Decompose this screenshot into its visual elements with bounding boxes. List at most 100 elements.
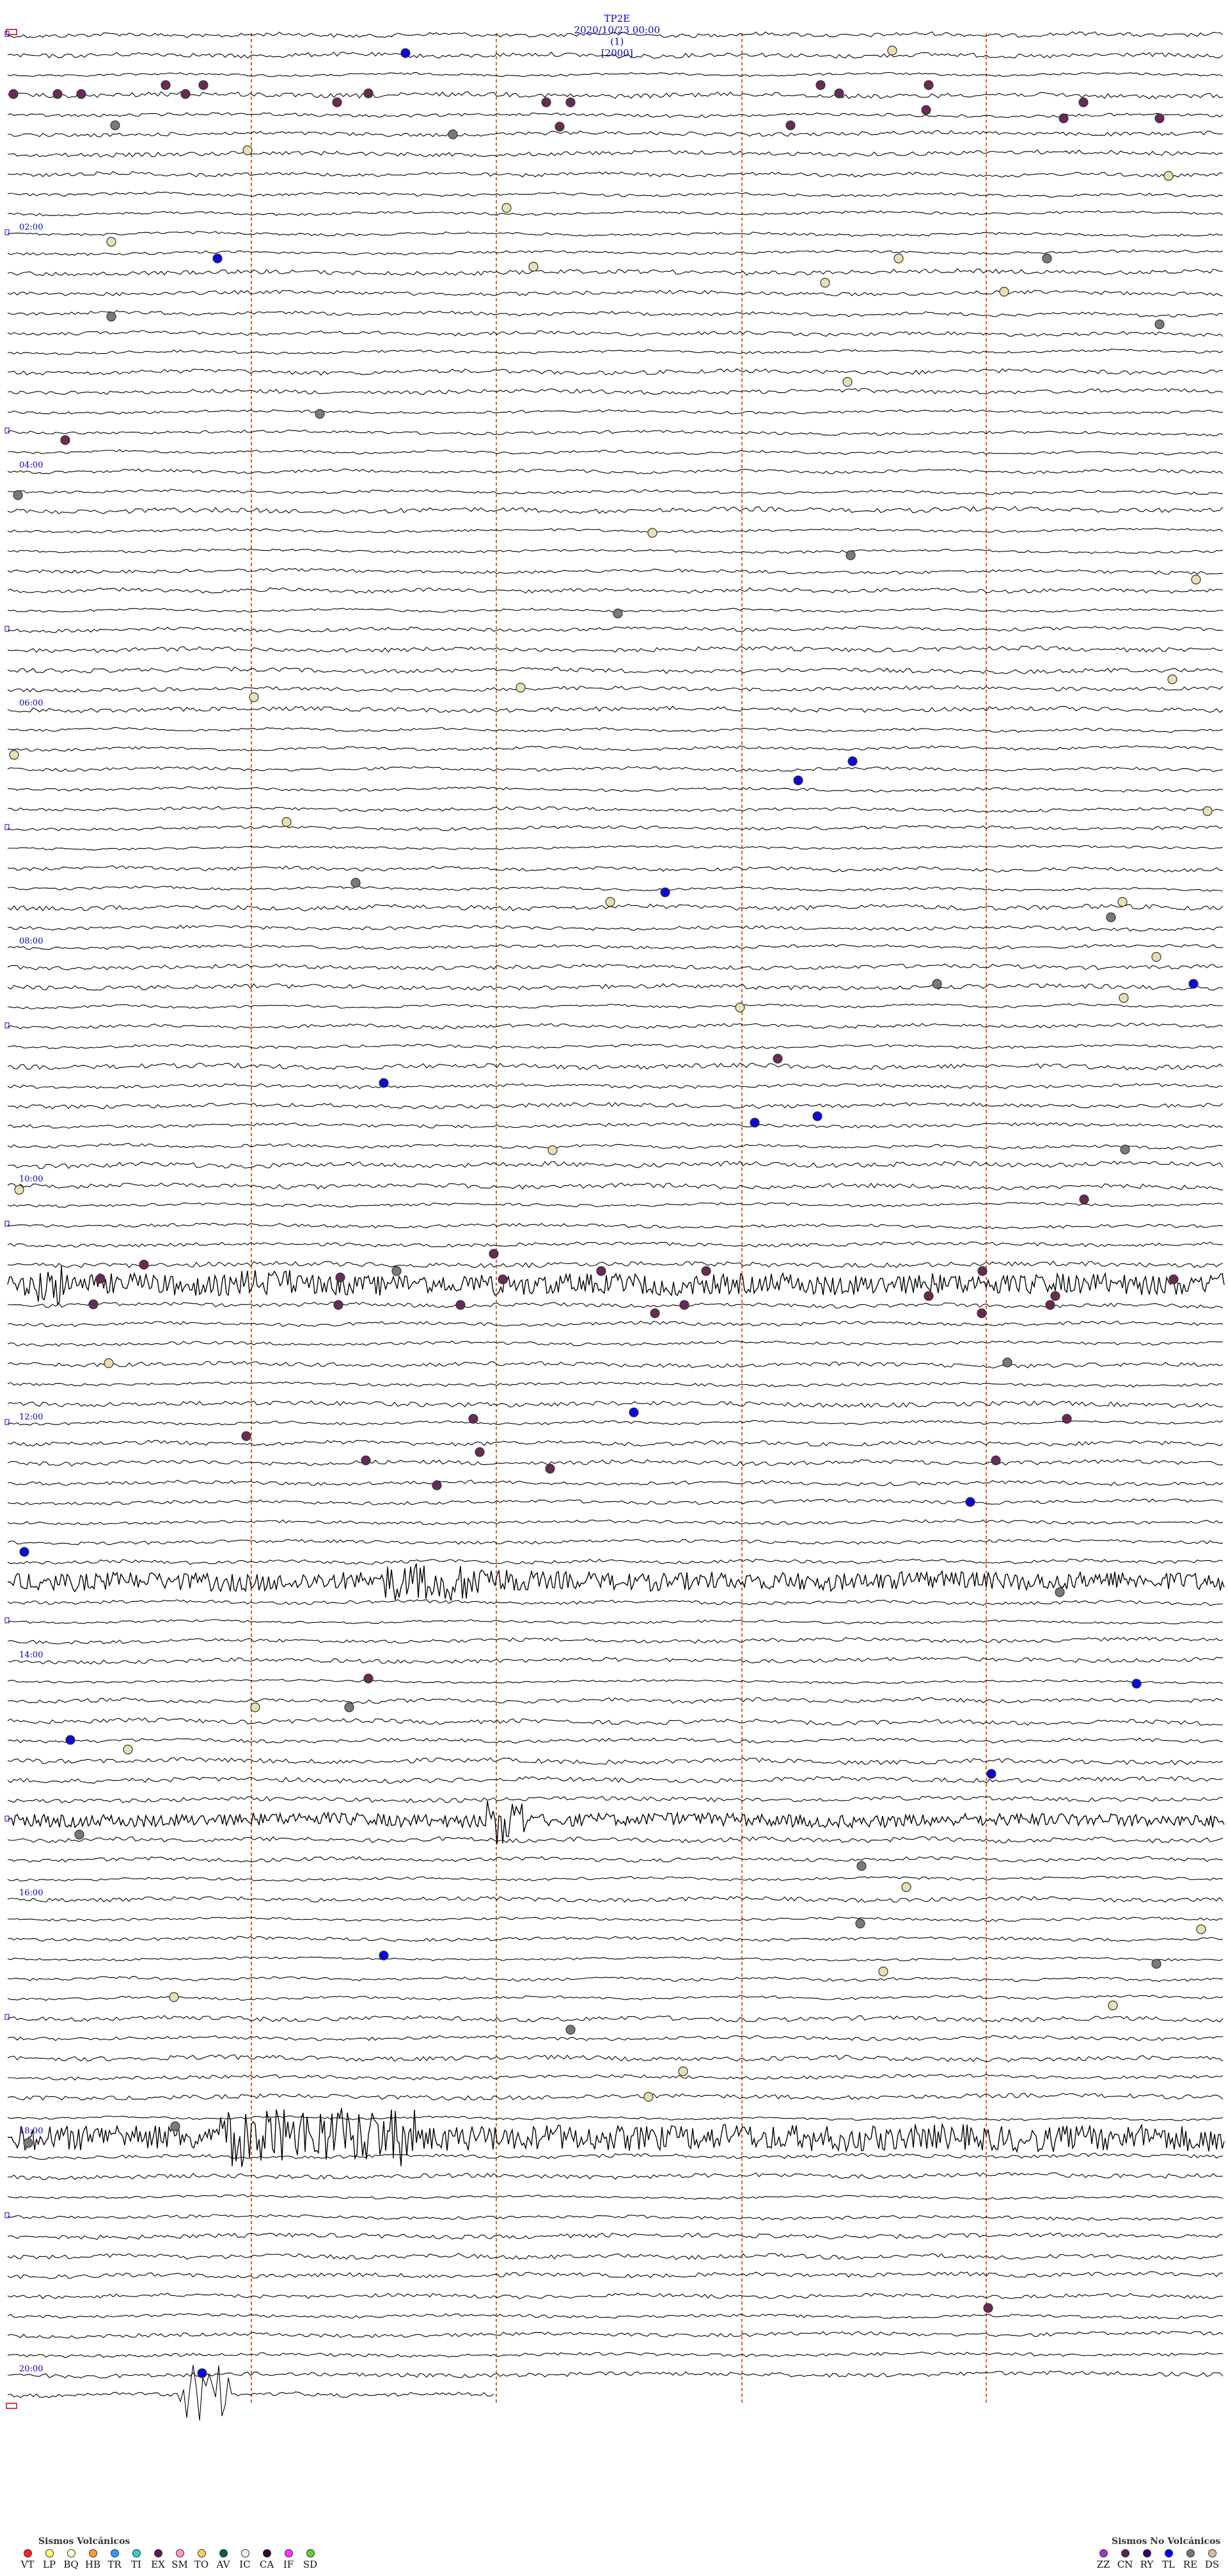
legend-item-ca: CA (256, 2549, 278, 2570)
seismic-trace (7, 249, 1224, 256)
event-marker (1154, 319, 1165, 329)
legend-item-ic: IC (234, 2549, 256, 2570)
legend-item-tl: TL (1158, 2549, 1179, 2570)
event-marker (820, 278, 830, 288)
legend-swatch (306, 2549, 315, 2557)
event-marker (106, 237, 116, 247)
legend-code: IF (283, 2559, 294, 2570)
event-marker (878, 1966, 888, 1977)
seismic-trace (7, 666, 1224, 674)
legend-code: CN (1117, 2559, 1133, 2570)
event-marker (379, 1950, 389, 1961)
legend-code: IC (239, 2559, 251, 2570)
event-marker (977, 1266, 988, 1276)
seismic-trace (7, 745, 1224, 752)
seismic-trace (7, 1876, 1224, 1882)
seismic-trace (7, 388, 1224, 395)
seismic-trace (7, 2293, 1224, 2300)
seismic-trace (7, 1717, 1224, 1726)
event-marker (14, 1185, 24, 1195)
legend-item-cn: CN (1114, 2549, 1136, 2570)
seismic-trace (7, 1995, 1224, 2001)
event-marker (1202, 806, 1213, 816)
legend-code: SD (303, 2559, 318, 2570)
legend-swatch (219, 2549, 228, 2557)
end-mark (6, 2403, 17, 2409)
seismic-trace (7, 149, 1224, 158)
event-marker (565, 2025, 576, 2035)
legend-item-sd: SD (299, 2549, 321, 2570)
event-marker (501, 203, 512, 213)
event-marker (555, 122, 565, 132)
event-marker (169, 1992, 179, 2002)
seismic-trace (7, 349, 1224, 355)
seismic-trace (7, 1519, 1224, 1526)
seismic-trace (7, 1182, 1224, 1190)
event-marker (475, 1447, 485, 1457)
seismic-trace (7, 2232, 1224, 2240)
event-marker (815, 80, 826, 90)
seismic-trace (7, 1122, 1224, 1129)
seismic-trace (7, 2153, 1224, 2160)
seismic-trace (7, 1558, 1224, 1565)
event-marker (812, 1111, 823, 1121)
event-marker (455, 1300, 466, 1310)
seismic-trace (7, 1102, 1224, 1109)
seismic-trace (7, 1381, 1224, 1388)
event-marker (379, 1078, 389, 1088)
event-marker (986, 1769, 996, 1779)
event-marker (1196, 1924, 1206, 1934)
seismic-trace (7, 727, 1224, 733)
event-marker (547, 1145, 558, 1155)
event-marker (1167, 674, 1177, 684)
seismic-trace (7, 706, 1224, 713)
event-marker (400, 48, 411, 58)
event-marker (1188, 979, 1199, 989)
volcanic-legend: VT LP BQ HB TR TI EX SM TO AV IC CA IF SD (17, 2549, 321, 2570)
seismic-trace (7, 963, 1224, 970)
legend-code: AV (216, 2559, 230, 2570)
legend-item-zz: ZZ (1092, 2549, 1114, 2570)
event-marker (793, 775, 803, 786)
event-marker (650, 1308, 660, 1318)
event-marker (23, 2138, 33, 2148)
legend-item-ti: TI (125, 2549, 147, 2570)
event-marker (161, 80, 171, 90)
event-marker (647, 528, 657, 538)
seismic-trace (7, 1619, 1224, 1625)
seismic-trace (7, 2370, 1224, 2379)
event-marker (1120, 1144, 1130, 1155)
legend-item-lp: LP (38, 2549, 60, 2570)
event-marker (74, 1829, 84, 1840)
event-marker (701, 1266, 711, 1276)
legend-swatch (88, 2549, 97, 2557)
seismic-trace (7, 2115, 1224, 2121)
seismic-trace (7, 1361, 1224, 1369)
legend-code: SM (171, 2559, 188, 2570)
event-marker (335, 1272, 345, 1283)
event-marker (1002, 1357, 1012, 1368)
seismic-trace (7, 645, 1224, 654)
legend-item-to: TO (191, 2549, 212, 2570)
legend-item-hb: HB (82, 2549, 104, 2570)
seismic-trace (7, 409, 1224, 415)
event-marker (605, 897, 615, 907)
event-marker (76, 89, 86, 99)
event-marker (498, 1274, 508, 1284)
legend-swatch (1186, 2549, 1195, 2557)
event-marker (1055, 1587, 1065, 1597)
seismic-trace (7, 1656, 1224, 1664)
event-marker (977, 1308, 987, 1318)
legend-item-if: IF (278, 2549, 299, 2570)
seismic-trace (7, 1697, 1224, 1704)
event-marker (856, 1861, 867, 1871)
event-marker (123, 1744, 133, 1755)
event-marker (361, 1455, 371, 1466)
legend-swatch (1121, 2549, 1130, 2557)
volcanic-legend-title: Sismos Volcánicos (38, 2536, 130, 2547)
seismic-trace (7, 468, 1224, 475)
event-marker (104, 1358, 114, 1368)
legend-code: RE (1183, 2559, 1198, 2570)
seismic-trace (7, 1241, 1224, 1248)
seismic-trace (7, 1916, 1224, 1922)
